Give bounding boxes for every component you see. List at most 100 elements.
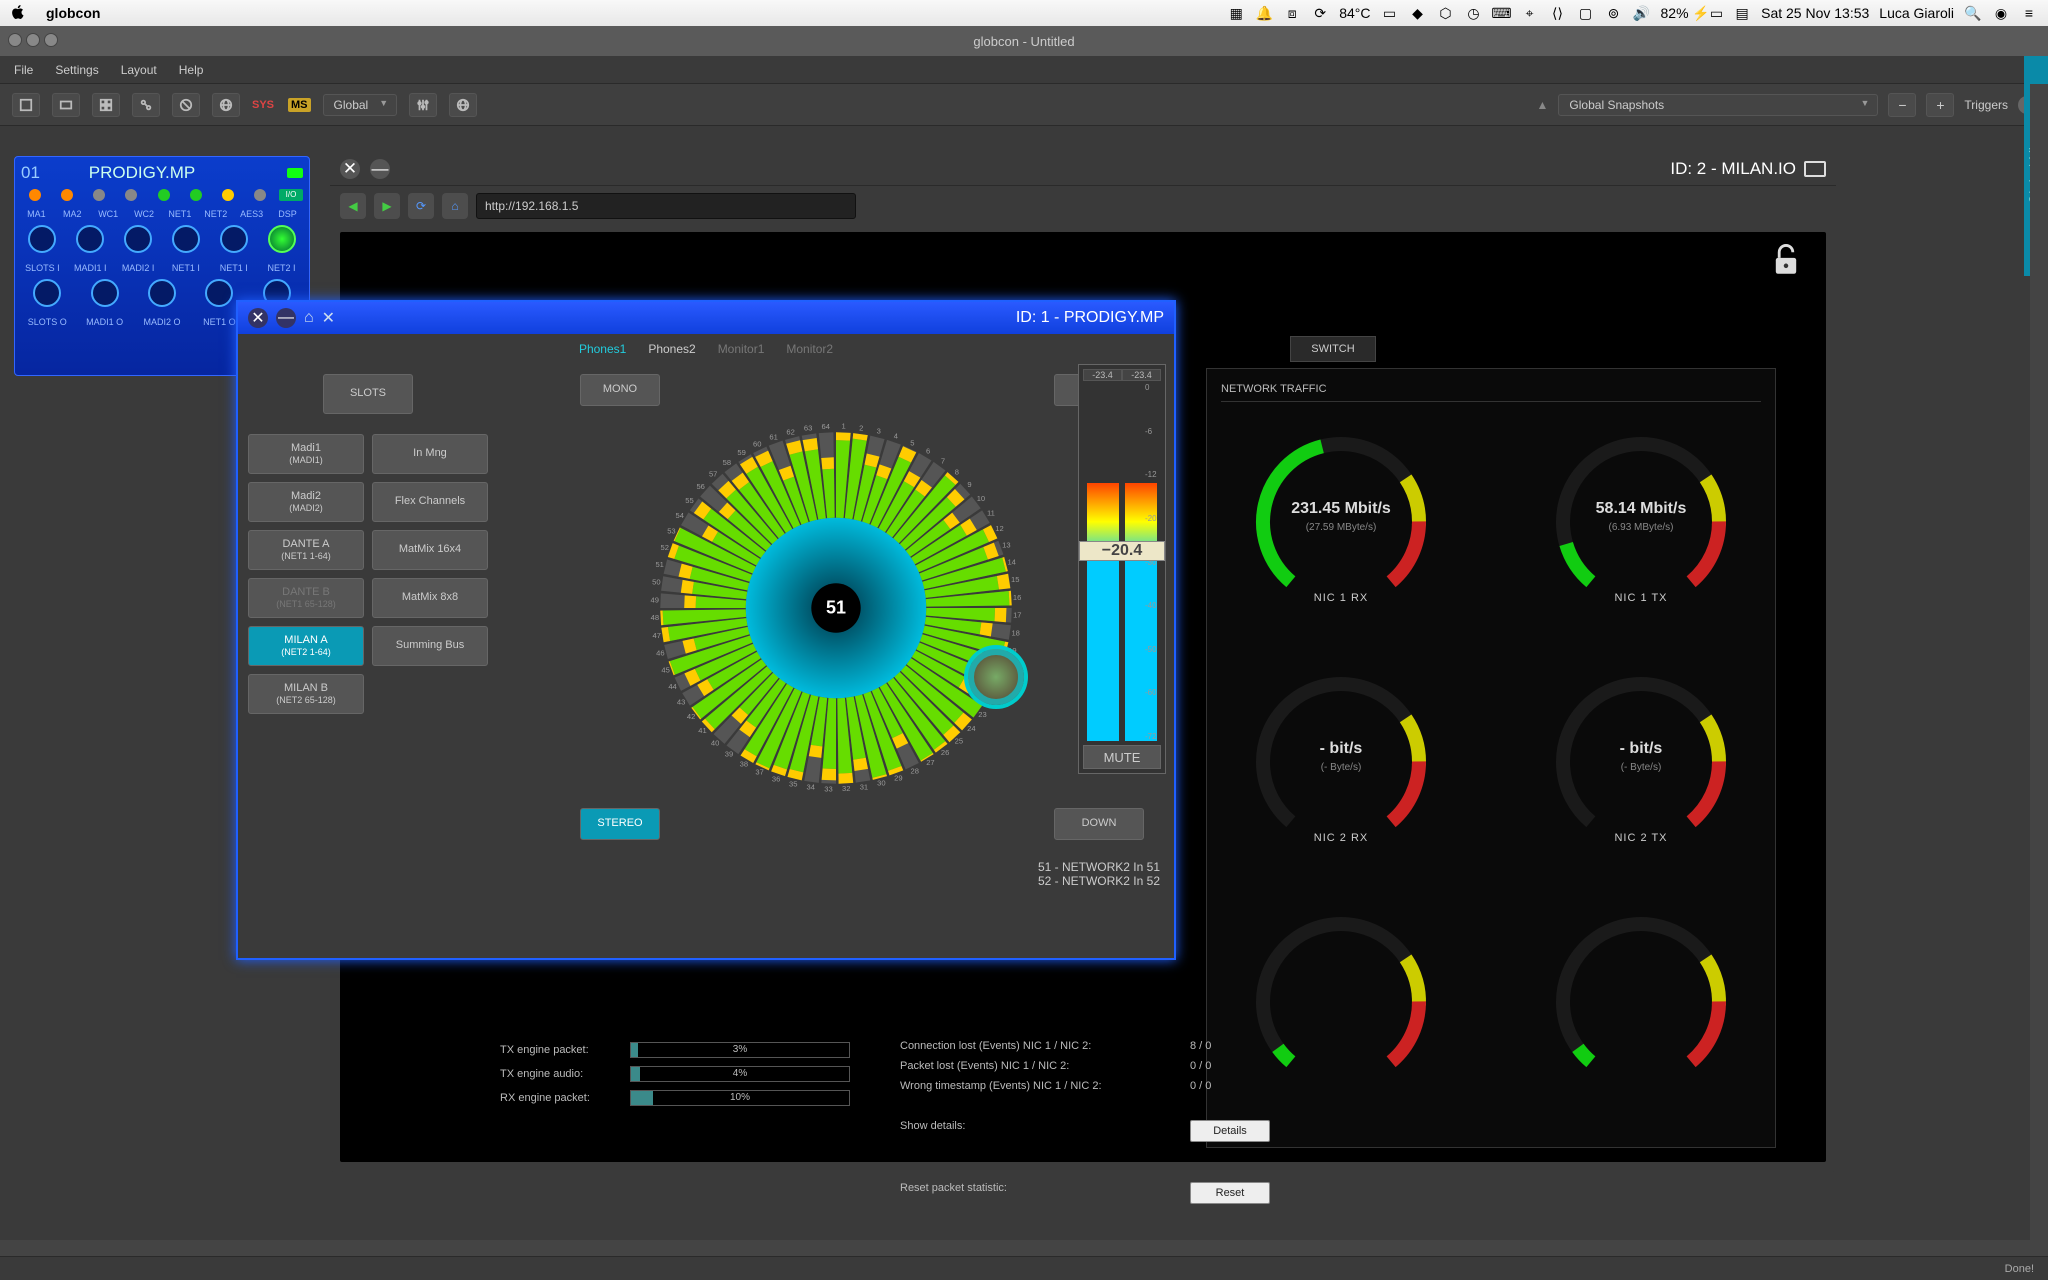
nav-reload-icon[interactable]: ⟳ xyxy=(408,193,434,219)
svg-text:4: 4 xyxy=(894,432,898,441)
home-icon[interactable]: ⌂ xyxy=(304,309,314,327)
source-button[interactable]: MatMix 8x8 xyxy=(372,578,488,618)
slots-button[interactable]: SLOTS xyxy=(323,374,413,414)
source-button[interactable]: DANTE B(NET1 65-128) xyxy=(248,578,364,618)
toolbar-button[interactable] xyxy=(92,93,120,117)
toolbar-button[interactable] xyxy=(12,93,40,117)
user-name[interactable]: Luca Giaroli xyxy=(1879,5,1954,21)
device-id: 01 xyxy=(21,163,40,183)
app-name[interactable]: globcon xyxy=(46,5,100,21)
reset-button[interactable]: Reset xyxy=(1190,1182,1270,1204)
menubar-icon[interactable]: 🔔 xyxy=(1255,4,1273,22)
svg-text:11: 11 xyxy=(987,509,995,518)
nav-home-icon[interactable]: ⌂ xyxy=(442,193,468,219)
close-icon[interactable]: ✕ xyxy=(248,308,268,328)
tab-monitor2[interactable]: Monitor2 xyxy=(780,342,839,356)
toolbar-button[interactable] xyxy=(132,93,160,117)
down-button[interactable]: DOWN xyxy=(1054,808,1144,840)
source-button[interactable]: Madi2(MADI2) xyxy=(248,482,364,522)
triggers-label[interactable]: Triggers xyxy=(1964,98,2008,112)
airplay-icon[interactable]: ▢ xyxy=(1577,4,1595,22)
mute-button[interactable]: MUTE xyxy=(1083,745,1161,769)
radial-channel-meter[interactable]: 1234567891011121314151617181920212223242… xyxy=(646,418,1026,798)
source-button[interactable]: MatMix 16x4 xyxy=(372,530,488,570)
sys-badge: SYS xyxy=(252,99,274,111)
source-button[interactable]: Summing Bus xyxy=(372,626,488,666)
fullscreen-icon[interactable]: ✕ xyxy=(322,308,335,328)
tab-monitor1[interactable]: Monitor1 xyxy=(712,342,771,356)
siri-icon[interactable]: ◉ xyxy=(1992,4,2010,22)
keyboard-icon[interactable]: ⌨ xyxy=(1493,4,1511,22)
reset-label: Reset packet statistic: xyxy=(900,1182,1190,1204)
level-knob[interactable] xyxy=(968,649,1024,705)
code-icon[interactable]: ⟨⟩ xyxy=(1549,4,1567,22)
tab-switch[interactable]: SWITCH xyxy=(1290,336,1376,362)
svg-text:17: 17 xyxy=(1013,611,1021,620)
sliders-icon[interactable] xyxy=(409,93,437,117)
apple-icon[interactable] xyxy=(10,4,26,23)
svg-text:33: 33 xyxy=(824,784,832,793)
menubar-icon[interactable]: ⬡ xyxy=(1437,4,1455,22)
svg-text:29: 29 xyxy=(894,773,902,782)
globe-icon[interactable] xyxy=(212,93,240,117)
source-button[interactable]: MILAN A(NET2 1-64) xyxy=(248,626,364,666)
window-traffic-lights[interactable] xyxy=(8,33,62,50)
mono-button[interactable]: MONO xyxy=(580,374,660,406)
scope-select[interactable]: Global xyxy=(323,94,398,116)
network-traffic-panel: NETWORK TRAFFIC 231.45 Mbit/s(27.59 MByt… xyxy=(1206,368,1776,1148)
stat-row: TX engine packet:3% xyxy=(500,1042,950,1058)
menubar-icon[interactable]: ▦ xyxy=(1227,4,1245,22)
snapshots-select[interactable]: Global Snapshots xyxy=(1558,94,1878,116)
source-button[interactable]: Madi1(MADI1) xyxy=(248,434,364,474)
clock-date[interactable]: Sat 25 Nov 13:53 xyxy=(1761,5,1869,21)
wifi-icon[interactable]: ⊚ xyxy=(1605,4,1623,22)
toolbar-button[interactable] xyxy=(172,93,200,117)
sync-icon[interactable]: ⟳ xyxy=(1311,4,1329,22)
tab-phones2[interactable]: Phones2 xyxy=(642,342,701,356)
scrollbar-horizontal[interactable] xyxy=(0,1240,2030,1256)
source-button[interactable]: DANTE A(NET1 1-64) xyxy=(248,530,364,570)
scrollbar-vertical[interactable] xyxy=(2030,84,2048,1256)
nav-forward-icon[interactable]: ▶ xyxy=(374,193,400,219)
svg-text:57: 57 xyxy=(709,469,717,478)
menu-settings[interactable]: Settings xyxy=(55,63,98,77)
details-button[interactable]: Details xyxy=(1190,1120,1270,1142)
source-button[interactable]: MILAN B(NET2 65-128) xyxy=(248,674,364,714)
menu-file[interactable]: File xyxy=(14,63,33,77)
svg-text:18: 18 xyxy=(1011,628,1019,637)
svg-text:58: 58 xyxy=(723,458,731,467)
unlock-icon[interactable] xyxy=(1772,242,1800,276)
close-icon[interactable]: ✕ xyxy=(340,159,360,179)
bluetooth-icon[interactable]: ⌖ xyxy=(1521,4,1539,22)
snapshot-plus[interactable]: + xyxy=(1926,93,1954,117)
globe-icon[interactable] xyxy=(449,93,477,117)
svg-text:62: 62 xyxy=(786,427,794,436)
toolbar-button[interactable] xyxy=(52,93,80,117)
svg-text:30: 30 xyxy=(877,779,885,788)
window-titlebar: globcon - Untitled xyxy=(0,26,2048,56)
source-button[interactable]: Flex Channels xyxy=(372,482,488,522)
volume-icon[interactable]: 🔊 xyxy=(1633,4,1651,22)
phones-modal: ✕ — ⌂ ✕ ID: 1 - PRODIGY.MP Phones1 Phone… xyxy=(236,300,1176,960)
menubar-icon[interactable]: ▤ xyxy=(1733,4,1751,22)
menu-help[interactable]: Help xyxy=(179,63,204,77)
stereo-button[interactable]: STEREO xyxy=(580,808,660,840)
display-icon[interactable]: ▭ xyxy=(1381,4,1399,22)
minimize-icon[interactable]: — xyxy=(276,308,296,328)
menubar-icon[interactable]: ◆ xyxy=(1409,4,1427,22)
minimize-icon[interactable]: — xyxy=(370,159,390,179)
spotlight-icon[interactable]: 🔍 xyxy=(1964,4,1982,22)
snapshot-minus[interactable]: − xyxy=(1888,93,1916,117)
stat-row: RX engine packet:10% xyxy=(500,1090,950,1106)
pane-title: ID: 2 - MILAN.IO xyxy=(1670,159,1796,179)
svg-text:1: 1 xyxy=(841,422,845,431)
menu-layout[interactable]: Layout xyxy=(121,63,157,77)
url-field[interactable]: http://192.168.1.5 xyxy=(476,193,856,219)
nav-back-icon[interactable]: ◀ xyxy=(340,193,366,219)
source-button[interactable]: In Mng xyxy=(372,434,488,474)
notifications-icon[interactable]: ≡ xyxy=(2020,4,2038,22)
clock-icon[interactable]: ◷ xyxy=(1465,4,1483,22)
warning-icon[interactable]: ▲ xyxy=(1537,98,1549,112)
tab-phones1[interactable]: Phones1 xyxy=(573,342,632,356)
dropbox-icon[interactable]: ⧈ xyxy=(1283,4,1301,22)
